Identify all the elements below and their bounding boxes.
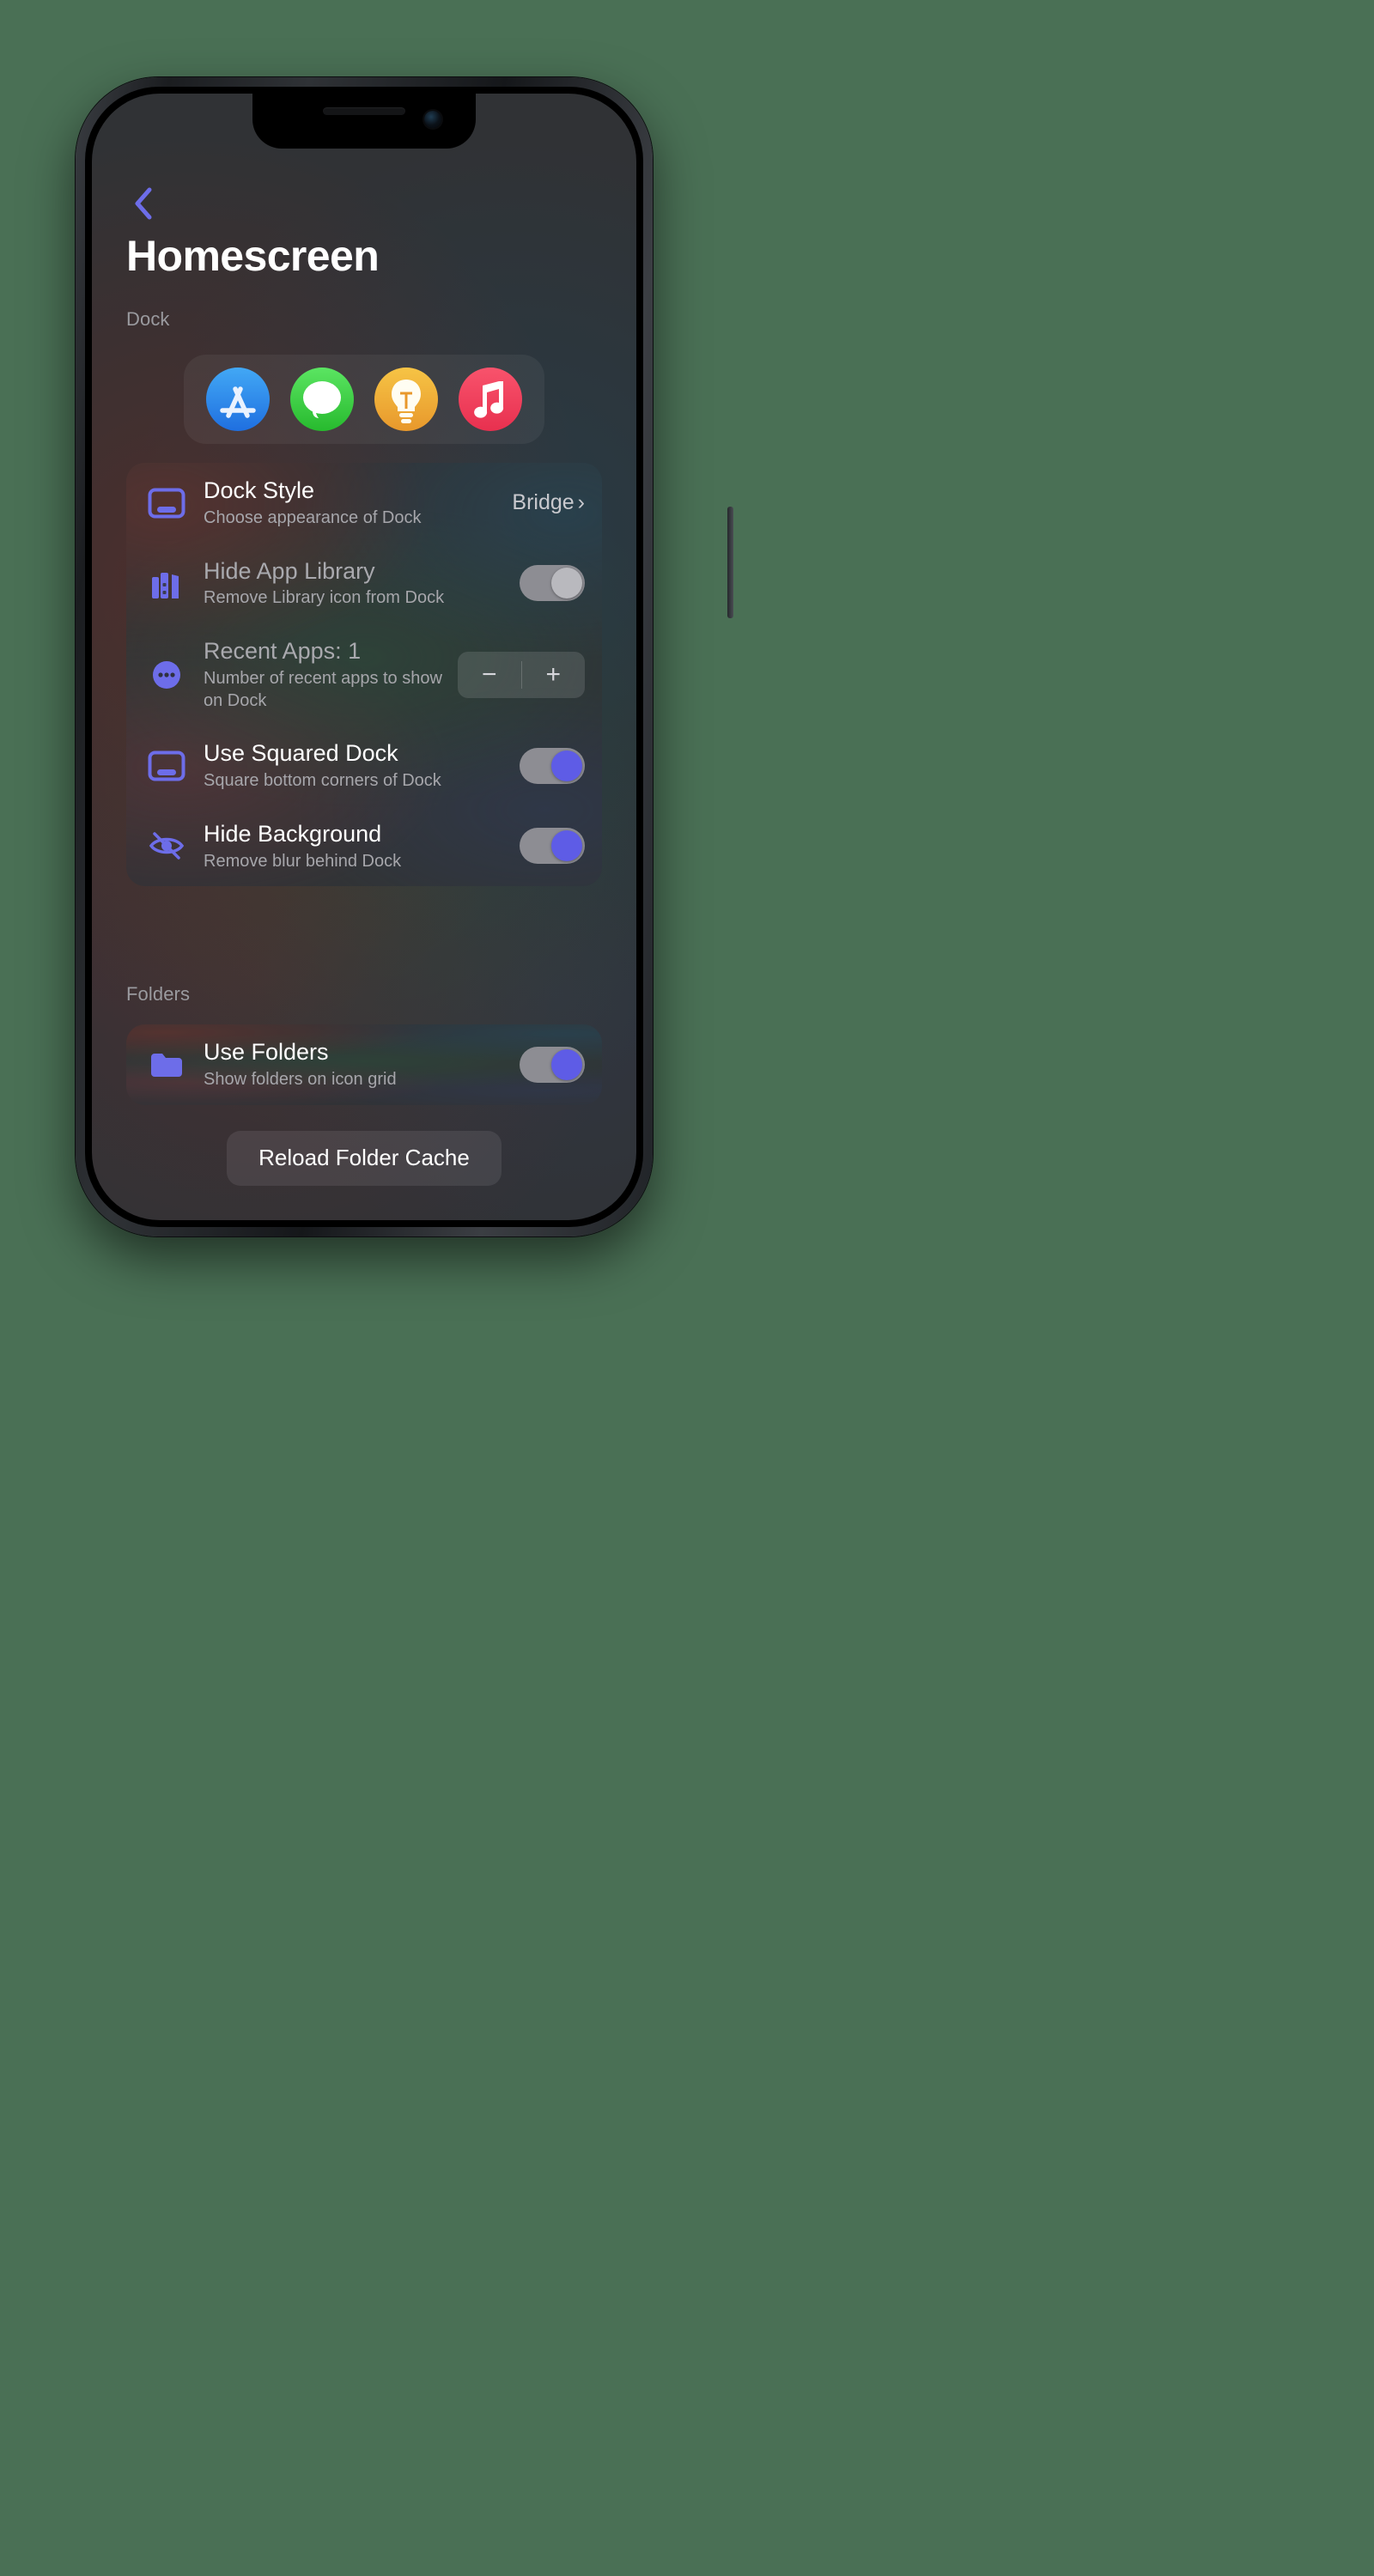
settings-row-use-folders[interactable]: Use Folders Show folders on icon grid [126,1024,602,1105]
tips-lightbulb-icon [374,368,438,431]
stepper-plus-button[interactable]: + [522,652,586,698]
row-accessory [520,828,585,865]
phone-device-frame: Homescreen Dock Dock Style Choose appear… [76,77,733,1236]
toggle-hide-background[interactable] [520,828,585,865]
books-icon [143,566,190,600]
section-label-folders: Folders [126,983,191,1005]
settings-row-recent-apps[interactable]: Recent Apps: 1 Number of recent apps to … [126,623,602,726]
settings-row-use-squared-dock[interactable]: Use Squared Dock Square bottom corners o… [126,726,602,806]
toggle-hide-app-library[interactable] [520,565,585,602]
row-text: Recent Apps: 1 Number of recent apps to … [204,637,444,712]
settings-row-hide-background[interactable]: Hide Background Remove blur behind Dock [126,806,602,887]
app-store-icon [206,368,270,431]
ellipsis-circle-icon [143,658,190,692]
chevron-right-icon: › [577,490,585,515]
toggle-use-squared-dock[interactable] [520,747,585,784]
notch [252,94,476,149]
phone-screen: Homescreen Dock Dock Style Choose appear… [92,94,636,1220]
dock-rect-icon [143,488,190,519]
front-camera-icon [424,111,441,128]
row-accessory: − + [458,651,586,698]
back-button[interactable] [125,185,162,222]
settings-row-dock-style[interactable]: Dock Style Choose appearance of Dock Bri… [126,463,602,544]
row-subtitle: Number of recent apps to show on Dock [204,669,442,710]
disclosure-value[interactable]: Bridge › [512,490,585,515]
toggle-knob [551,568,582,599]
folder-icon [143,1050,190,1079]
earpiece-speaker [323,107,405,115]
selected-value: Bridge [512,490,575,515]
music-note-icon [459,368,522,431]
row-title: Recent Apps: 1 [204,638,362,665]
row-title: Hide App Library [204,557,375,584]
row-subtitle: Remove Library icon from Dock [204,588,445,608]
settings-page: Homescreen Dock Dock Style Choose appear… [92,94,636,1220]
dock-section: Dock Dock Style Choose appearance of Doc… [126,308,602,887]
stepper-minus-button[interactable]: − [458,652,521,698]
section-label-dock: Dock [126,308,170,330]
dock-rect-icon [143,750,190,781]
row-subtitle: Remove blur behind Dock [204,851,402,871]
toggle-knob [551,1048,582,1080]
row-subtitle: Show folders on icon grid [204,1069,397,1089]
toggle-knob [551,830,582,862]
row-subtitle: Choose appearance of Dock [204,507,422,527]
screenshot-stage: Homescreen Dock Dock Style Choose appear… [0,0,1374,2576]
folders-settings-card: Use Folders Show folders on icon grid [126,1024,602,1105]
row-text: Use Squared Dock Square bottom corners o… [204,739,506,793]
phone-bezel: Homescreen Dock Dock Style Choose appear… [85,87,643,1227]
power-button[interactable] [727,507,733,618]
recent-apps-stepper[interactable]: − + [458,651,586,698]
dock-preview [184,355,544,444]
row-accessory [520,1046,585,1083]
row-accessory [520,747,585,784]
messages-icon [290,368,354,431]
eye-slash-icon [143,830,190,861]
row-title: Use Squared Dock [204,740,398,767]
row-title: Use Folders [204,1039,329,1065]
row-text: Hide App Library Remove Library icon fro… [204,557,506,611]
page-title: Homescreen [126,232,380,280]
folders-section: Folders Use Folders Show folders on icon… [126,983,602,1186]
row-title: Dock Style [204,477,315,503]
reload-folder-cache-button[interactable]: Reload Folder Cache [227,1130,502,1186]
chevron-left-icon [132,186,155,221]
row-accessory [520,565,585,602]
dock-settings-card: Dock Style Choose appearance of Dock Bri… [126,463,602,887]
row-text: Hide Background Remove blur behind Dock [204,820,506,873]
row-text: Dock Style Choose appearance of Dock [204,477,498,530]
toggle-knob [551,750,582,781]
row-subtitle: Square bottom corners of Dock [204,771,441,791]
settings-row-hide-app-library[interactable]: Hide App Library Remove Library icon fro… [126,544,602,624]
row-text: Use Folders Show folders on icon grid [204,1038,506,1091]
toggle-use-folders[interactable] [520,1046,585,1083]
row-title: Hide Background [204,820,382,847]
